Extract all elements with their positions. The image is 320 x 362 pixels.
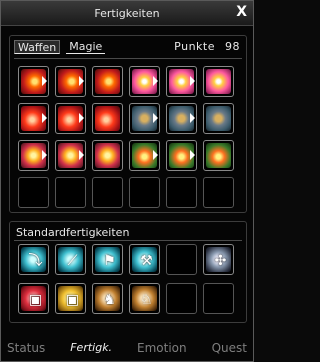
standard-skills-panel: Standardfertigkeiten ⤵ ⟋ ⚑ ⚒ ✣ ▣ ▣ ♞ ♘ [9, 221, 247, 323]
empty-slot[interactable] [166, 244, 197, 275]
empty-slot[interactable] [129, 177, 160, 208]
knot-glyph-icon: ✣ [214, 253, 227, 269]
standard-skill-slot[interactable]: ⟋ [55, 244, 86, 275]
tab-emotion[interactable]: Emotion [137, 341, 187, 355]
arrow-right-icon [79, 150, 84, 160]
skill-slot[interactable] [129, 103, 160, 134]
tab-quest[interactable]: Quest [212, 341, 247, 355]
gold-scroll-glyph-icon: ▣ [65, 292, 80, 308]
magic-strike-icon [95, 143, 120, 168]
standard-skill-slot[interactable]: ▣ [18, 283, 49, 314]
skill-slot[interactable] [92, 140, 123, 171]
standard-skill-slot[interactable]: ♘ [129, 283, 160, 314]
empty-slot[interactable] [203, 283, 234, 314]
horse-riding-icon: ♘ [132, 286, 157, 311]
arrow-right-icon [190, 113, 195, 123]
horse-riding-glyph-icon: ♘ [140, 292, 153, 308]
red-scroll-glyph-icon: ▣ [28, 292, 43, 308]
empty-slot[interactable] [166, 177, 197, 208]
window-title: Fertigkeiten [94, 7, 160, 20]
empty-slot[interactable] [203, 177, 234, 208]
knot-icon: ✣ [206, 247, 231, 272]
spark-burst-icon [206, 69, 231, 94]
skill-tabs: Waffen Magie [14, 40, 106, 54]
bottom-tab-bar: Status Fertigk. Emotion Quest [1, 341, 253, 355]
divider [14, 58, 242, 59]
skill-points: Punkte 98 [174, 40, 240, 53]
arrow-right-icon [42, 76, 47, 86]
title-bar[interactable]: Fertigkeiten X [1, 1, 253, 26]
empty-slot[interactable] [55, 177, 86, 208]
standard-skill-grid: ⤵ ⟋ ⚑ ⚒ ✣ ▣ ▣ ♞ ♘ [18, 244, 234, 314]
rod-icon: ⟋ [58, 247, 83, 272]
skill-slot[interactable] [18, 103, 49, 134]
arrow-right-icon [153, 150, 158, 160]
arrow-right-icon [42, 113, 47, 123]
empty-slot[interactable] [92, 177, 123, 208]
standard-skill-slot[interactable]: ▣ [55, 283, 86, 314]
tab-fertigkeiten[interactable]: Fertigk. [70, 341, 112, 355]
skill-slot[interactable] [129, 140, 160, 171]
flame-figure-icon [95, 106, 120, 131]
arrow-right-icon [153, 113, 158, 123]
pickaxe-icon: ⚒ [132, 247, 157, 272]
skill-slot[interactable] [166, 66, 197, 97]
skill-slot[interactable] [92, 66, 123, 97]
standard-skill-slot[interactable]: ⚒ [129, 244, 160, 275]
standard-skill-slot[interactable]: ⤵ [18, 244, 49, 275]
fishing-icon: ⤵ [21, 247, 46, 272]
tab-magie[interactable]: Magie [66, 40, 106, 54]
red-scroll-icon: ▣ [21, 286, 46, 311]
horse-glyph-icon: ♞ [103, 292, 116, 308]
fire-slash-icon [95, 69, 120, 94]
skill-slot[interactable] [203, 66, 234, 97]
arrow-right-icon [42, 150, 47, 160]
skill-slot[interactable] [55, 140, 86, 171]
skill-slot[interactable] [18, 66, 49, 97]
pickaxe-glyph-icon: ⚒ [140, 253, 153, 269]
arrow-right-icon [190, 76, 195, 86]
nature-blast-icon [206, 143, 231, 168]
flag-glyph-icon: ⚑ [103, 253, 116, 269]
fishing-glyph-icon: ⤵ [28, 253, 43, 269]
arrow-right-icon [79, 76, 84, 86]
standard-skill-slot[interactable]: ♞ [92, 283, 123, 314]
arrow-right-icon [190, 150, 195, 160]
skill-grid [18, 66, 234, 208]
rod-glyph-icon: ⟋ [67, 253, 78, 269]
points-label: Punkte [174, 40, 215, 53]
skills-panel: Waffen Magie Punkte 98 [9, 35, 247, 213]
divider [14, 240, 242, 241]
standard-skill-slot[interactable]: ✣ [203, 244, 234, 275]
skill-slot[interactable] [55, 103, 86, 134]
points-value: 98 [225, 40, 240, 53]
skill-slot[interactable] [203, 103, 234, 134]
empty-slot[interactable] [18, 177, 49, 208]
arrow-right-icon [79, 113, 84, 123]
skill-slot[interactable] [18, 140, 49, 171]
tab-status[interactable]: Status [7, 341, 45, 355]
close-button[interactable]: X [236, 4, 247, 20]
empty-slot[interactable] [166, 283, 197, 314]
skill-slot[interactable] [203, 140, 234, 171]
flag-icon: ⚑ [95, 247, 120, 272]
skill-slot[interactable] [55, 66, 86, 97]
skill-slot[interactable] [92, 103, 123, 134]
arrow-right-icon [153, 76, 158, 86]
shield-gear-icon [206, 106, 231, 131]
horse-icon: ♞ [95, 286, 120, 311]
skills-window: Fertigkeiten X Waffen Magie Punkte 98 Sta… [0, 0, 254, 362]
skill-slot[interactable] [129, 66, 160, 97]
gold-scroll-icon: ▣ [58, 286, 83, 311]
standard-skill-slot[interactable]: ⚑ [92, 244, 123, 275]
tab-waffen[interactable]: Waffen [14, 40, 61, 54]
standard-skills-title: Standardfertigkeiten [16, 226, 130, 239]
skill-slot[interactable] [166, 103, 197, 134]
skill-slot[interactable] [166, 140, 197, 171]
